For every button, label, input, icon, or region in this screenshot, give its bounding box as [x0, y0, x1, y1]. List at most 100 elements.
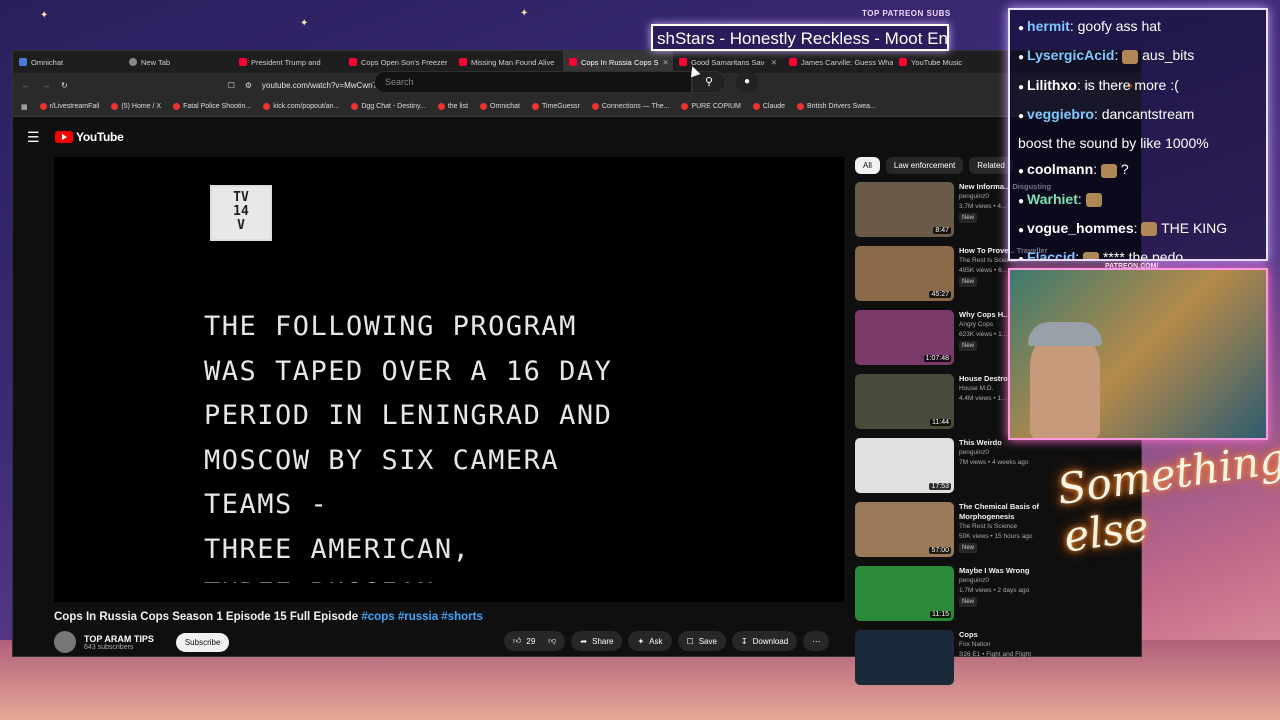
filter-chip[interactable]: All: [855, 157, 880, 174]
share-button[interactable]: ➦ Share: [571, 631, 623, 651]
filter-chip[interactable]: Law enforcement: [885, 157, 964, 174]
star-decoration: ✦: [40, 10, 49, 21]
save-button[interactable]: ☐ Save: [677, 631, 726, 651]
recommendation-title[interactable]: Maybe I Was Wrong: [959, 566, 1089, 576]
chat-badge-icon: ●: [1018, 110, 1025, 122]
tab-bar: Omnichat New Tab President Trump and Cops O…: [13, 51, 1141, 73]
bookmarks-bar: ▦ r/LivestreamFail (5) Home / X Fatal Poli…: [13, 97, 1141, 117]
download-button[interactable]: ↧ Download: [731, 631, 798, 651]
bookmark-item[interactable]: r/LivestreamFail: [39, 103, 99, 110]
new-badge: New: [959, 277, 978, 287]
video-hashtags[interactable]: #cops #russia #shorts: [361, 611, 482, 623]
bookmark-item[interactable]: (5) Home / X: [111, 103, 161, 110]
bookmark-icon[interactable]: ☐: [228, 81, 235, 90]
apps-icon[interactable]: ▦: [21, 103, 28, 111]
video-duration: 8:47: [933, 227, 951, 234]
browser-tab[interactable]: Omnichat: [13, 51, 123, 73]
close-tab-icon[interactable]: ✕: [771, 58, 777, 67]
video-thumbnail[interactable]: 57:00: [855, 502, 954, 557]
new-badge: New: [959, 597, 978, 607]
recommendation-channel[interactable]: penguinz0: [959, 576, 1089, 586]
bookmark-label: PURE COPIUM: [691, 103, 741, 110]
chat-message: ● veggiebro: dancantstream: [1018, 105, 1195, 122]
site-info-icon[interactable]: ⚙: [245, 81, 252, 90]
recommendation-item[interactable]: Cops Fox Nation S26 E1 • Fight and Flight: [855, 630, 1105, 694]
bookmark-item[interactable]: the list: [437, 103, 468, 110]
mic-icon[interactable]: ●: [736, 71, 758, 93]
chat-message: ● coolmann: ?: [1018, 161, 1129, 178]
bookmark-favicon-icon: [173, 103, 181, 110]
forward-icon[interactable]: →: [41, 80, 51, 91]
youtube-logo[interactable]: YouTube: [55, 130, 124, 144]
video-thumbnail[interactable]: [855, 630, 954, 685]
chat-text: THE KING: [1161, 220, 1228, 237]
recommendation-title[interactable]: Cops: [959, 630, 1089, 640]
channel-subscribers: 643 subscribers: [84, 643, 134, 651]
video-thumbnail[interactable]: 8:47: [855, 182, 954, 237]
bookmark-item[interactable]: TimeGuessr: [532, 103, 580, 110]
thumbs-down-icon[interactable]: 👎︎: [548, 636, 556, 646]
video-thumbnail[interactable]: 11:15: [855, 566, 954, 621]
bookmark-item[interactable]: Dgg Chat - Destiny...: [351, 103, 426, 110]
video-duration: 17:53: [929, 483, 951, 490]
chat-emote-icon: [1122, 49, 1139, 64]
bookmark-item[interactable]: Connections — The...: [591, 103, 669, 110]
browser-tab[interactable]: Cops In Russia Cops S ✕: [563, 51, 673, 73]
bookmark-favicon-icon: [39, 103, 47, 110]
chat-emote-icon: [1085, 193, 1102, 208]
video-thumbnail[interactable]: 1:07:48: [855, 310, 954, 365]
chat-username: LysergicAcid: [1027, 47, 1115, 64]
chat-message: ● Warhiet:: [1018, 186, 1258, 215]
chat-message: ● vogue_hommes: THE KING: [1018, 220, 1228, 237]
browser-tab[interactable]: Missing Man Found Alive: [453, 51, 563, 73]
rating-line: 14: [233, 204, 249, 219]
video-title-text: Cops In Russia Cops Season 1 Episode 15 …: [54, 611, 359, 623]
recommendation-channel[interactable]: Fox Nation: [959, 640, 1089, 650]
streamer-hat: [1028, 322, 1102, 346]
bookmark-favicon-icon: [351, 103, 359, 110]
filter-chip[interactable]: Related: [969, 157, 1013, 174]
bookmark-item[interactable]: kick.com/popout/an...: [263, 103, 339, 110]
ask-button[interactable]: ✦ Ask: [628, 631, 672, 651]
recommendation-channel[interactable]: penguinz0: [959, 448, 1089, 458]
search-input[interactable]: Search: [374, 71, 692, 93]
tv-rating-badge: TV 14 V: [210, 185, 272, 241]
browser-tab[interactable]: YouTube Music: [893, 51, 1003, 73]
close-tab-icon[interactable]: ✕: [663, 58, 669, 67]
menu-icon[interactable]: ☰: [27, 129, 55, 146]
browser-tab[interactable]: James Carville: Guess Wha: [783, 51, 893, 73]
bookmark-item[interactable]: Claude: [752, 103, 785, 110]
bookmark-item[interactable]: Omnichat: [480, 103, 520, 110]
channel-name[interactable]: TOP ARAM TIPS: [84, 634, 154, 644]
chat-text: is there more :(: [1084, 76, 1179, 93]
bookmark-label: Dgg Chat - Destiny...: [361, 103, 426, 110]
browser-tab[interactable]: New Tab: [123, 51, 233, 73]
chat-emote-icon: [1141, 222, 1158, 237]
bookmark-item[interactable]: Fatal Police Shootin...: [173, 103, 251, 110]
bookmark-label: kick.com/popout/an...: [273, 103, 340, 110]
chat-badge-icon: ●: [1018, 254, 1025, 261]
tab-label: President Trump and: [251, 57, 321, 67]
video-thumbnail[interactable]: 11:44: [855, 374, 954, 429]
like-button[interactable]: 👍︎ 29 👎︎: [504, 631, 566, 651]
subscribe-button[interactable]: Subscribe: [175, 632, 230, 652]
back-icon[interactable]: ←: [21, 80, 31, 91]
bookmark-item[interactable]: PURE COPIUM: [681, 103, 741, 110]
chat-badge-icon: ●: [1018, 81, 1025, 93]
bookmark-item[interactable]: British Drivers Swea...: [797, 103, 876, 110]
browser-tab[interactable]: Cops Open Son's Freezer: [343, 51, 453, 73]
browser-tab[interactable]: President Trump and: [233, 51, 343, 73]
video-thumbnail[interactable]: 45:27: [855, 246, 954, 301]
chat-username: Warhiet: [1027, 190, 1078, 207]
video-thumbnail[interactable]: 17:53: [855, 438, 954, 493]
tab-favicon-icon: [129, 58, 137, 66]
recommendation-item[interactable]: 11:15 Maybe I Was Wrong penguinz0 1.7M view…: [855, 566, 1105, 630]
video-player[interactable]: TV 14 V THE FOLLOWING PROGRAM WAS TAPED OV…: [54, 157, 844, 602]
more-actions-icon[interactable]: ⋯: [803, 631, 830, 651]
youtube-header: ☰ YouTube: [13, 117, 1141, 157]
tab-favicon-icon: [19, 58, 27, 66]
chat-emote-icon: [1083, 251, 1100, 259]
channel-avatar[interactable]: [54, 631, 76, 653]
save-icon: ☐: [686, 636, 694, 646]
reload-icon[interactable]: ↻: [61, 81, 68, 90]
